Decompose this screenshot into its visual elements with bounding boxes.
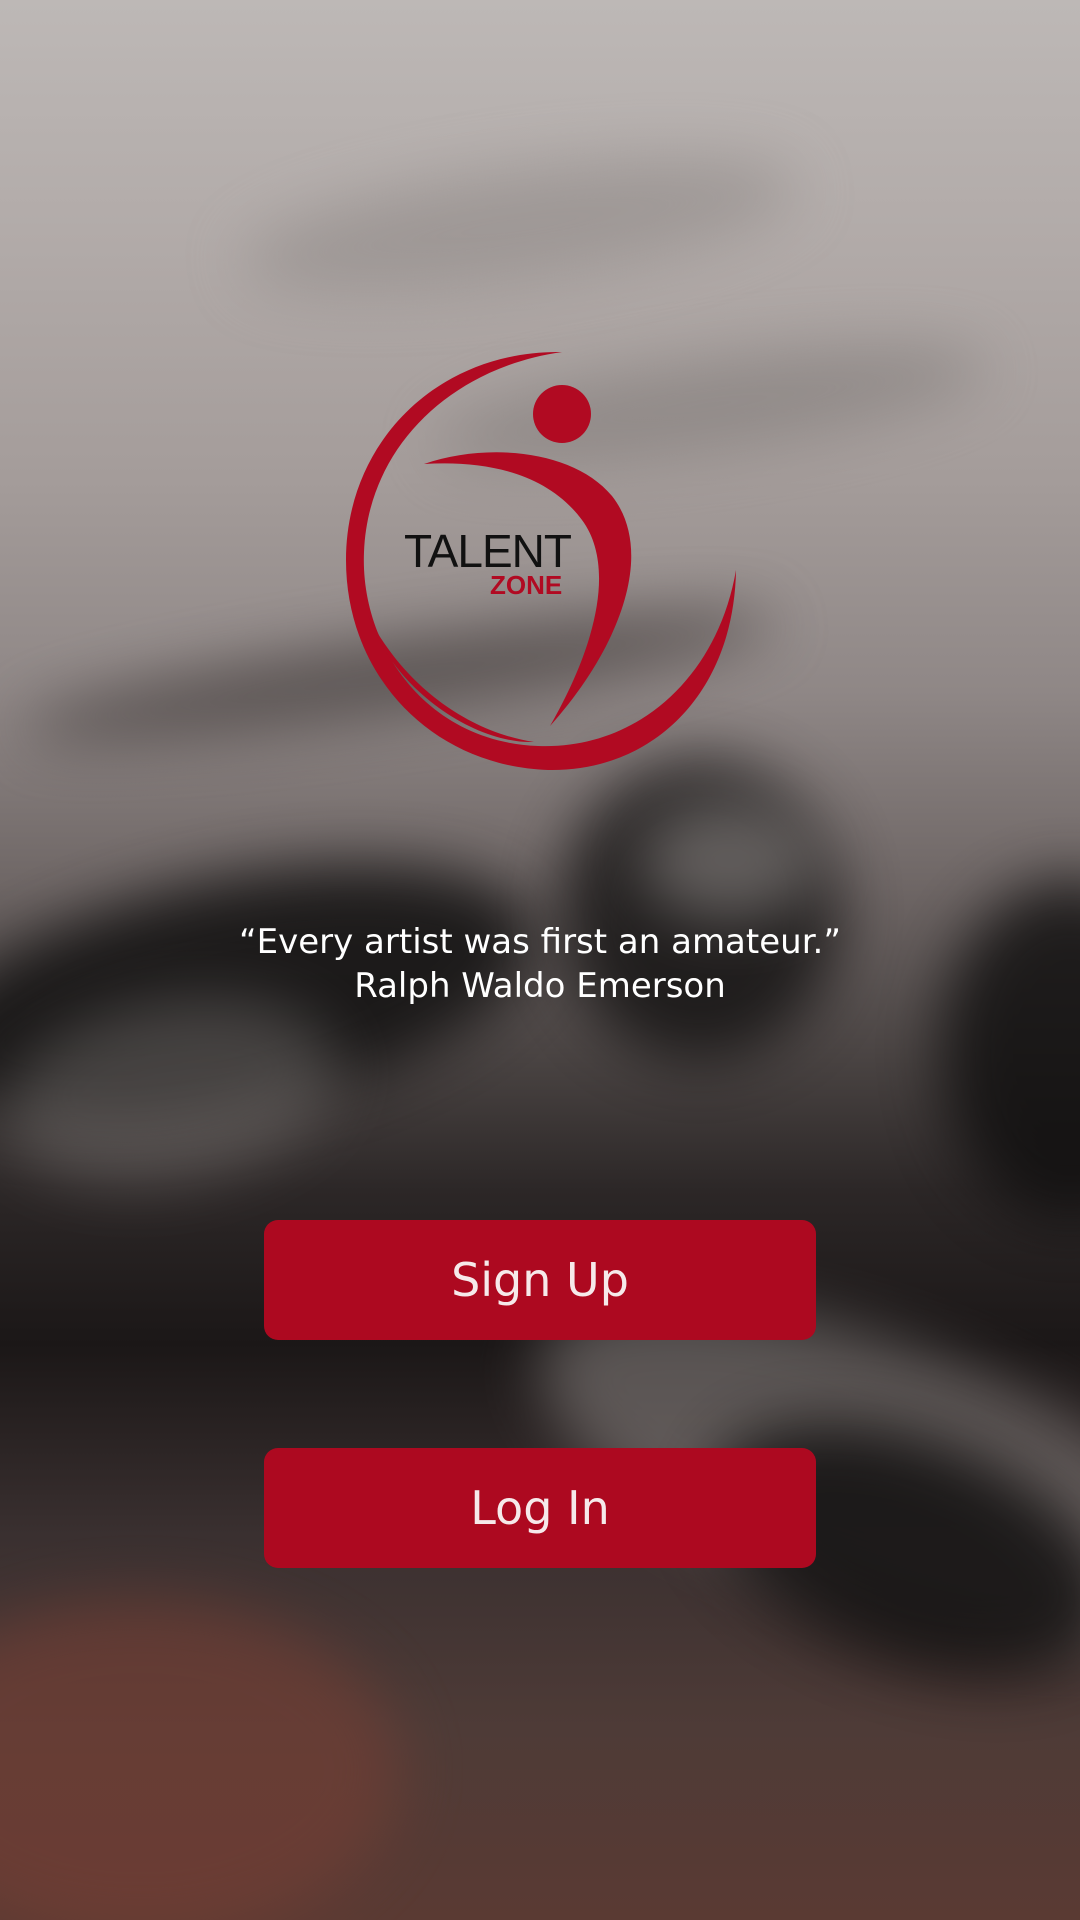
- quote-text: “Every artist was first an amateur.”: [239, 922, 841, 962]
- talent-zone-logo: TALENT ZONE: [338, 346, 742, 776]
- logo-wordmark-zone: ZONE: [490, 570, 563, 600]
- log-in-button[interactable]: Log In: [264, 1448, 816, 1568]
- inspirational-quote: “Every artist was first an amateur.” Ral…: [0, 920, 1080, 1008]
- sign-up-button[interactable]: Sign Up: [264, 1220, 816, 1340]
- quote-author: Ralph Waldo Emerson: [354, 966, 726, 1006]
